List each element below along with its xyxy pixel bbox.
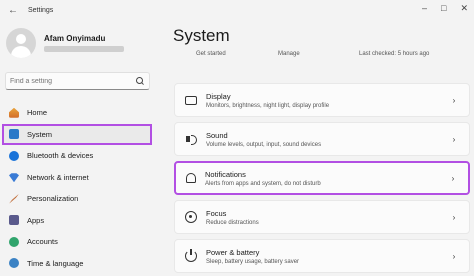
chevron-right-icon: › [452, 251, 456, 261]
focus-icon [185, 211, 197, 223]
accounts-icon [9, 236, 19, 247]
settings-list: Display Monitors, brightness, night ligh… [174, 83, 470, 276]
user-email-redacted [44, 46, 124, 52]
card-focus[interactable]: Focus Reduce distractions › [174, 200, 470, 234]
quick-link-get-started[interactable]: Get started [196, 51, 226, 57]
sound-icon [185, 133, 197, 145]
sidebar-item-label: Bluetooth & devices [27, 151, 94, 161]
sidebar-item-label: Apps [27, 215, 45, 225]
avatar [6, 28, 36, 58]
card-title: Focus [206, 208, 227, 218]
maximize-icon[interactable]: □ [441, 3, 446, 14]
close-icon[interactable]: ✕ [460, 3, 468, 14]
page-title: System [173, 26, 230, 45]
card-power-battery[interactable]: Power & battery Sleep, battery usage, ba… [174, 239, 470, 273]
card-subtitle: Reduce distractions [206, 219, 259, 226]
home-icon [9, 107, 19, 118]
window-controls: – □ ✕ [422, 3, 468, 14]
card-notifications[interactable]: Notifications Alerts from apps and syste… [174, 161, 470, 195]
apps-icon [9, 215, 19, 226]
card-display[interactable]: Display Monitors, brightness, night ligh… [174, 83, 470, 117]
search-input[interactable] [10, 77, 135, 85]
card-title: Sound [206, 130, 228, 140]
chevron-right-icon: › [451, 173, 455, 183]
sidebar-item-personalization[interactable]: Personalization [0, 188, 160, 210]
quick-link-last-checked: Last checked: 5 hours ago [359, 51, 430, 57]
quick-link-manage[interactable]: Manage [278, 51, 300, 57]
title-bar: ← Settings – □ ✕ [0, 0, 474, 20]
network-icon [9, 173, 19, 183]
sidebar-item-label: Accounts [27, 237, 58, 247]
card-subtitle: Monitors, brightness, night light, displ… [206, 102, 330, 109]
app-title: Settings [28, 6, 54, 14]
chevron-right-icon: › [452, 95, 456, 105]
sidebar-item-label: Home [27, 108, 48, 118]
sidebar-item-label: System [27, 129, 53, 139]
sidebar-item-system[interactable]: System [2, 123, 152, 145]
sidebar-item-label: Time & language [27, 258, 84, 268]
card-title: Power & battery [206, 247, 260, 257]
display-icon [185, 95, 197, 105]
card-subtitle: Volume levels, output, input, sound devi… [206, 141, 322, 148]
sidebar-item-apps[interactable]: Apps [0, 210, 160, 232]
search-icon[interactable] [135, 76, 145, 86]
main-content: System Get started Manage Last checked: … [160, 20, 474, 276]
user-name: Afam Onyimadu [44, 34, 106, 43]
sidebar-item-bluetooth[interactable]: Bluetooth & devices [0, 145, 160, 167]
time-icon [9, 258, 19, 269]
sidebar-item-time-language[interactable]: Time & language [0, 253, 160, 275]
sidebar-item-label: Network & internet [27, 172, 89, 182]
chevron-right-icon: › [452, 212, 456, 222]
personalization-icon [9, 193, 19, 204]
search-box[interactable] [5, 72, 150, 90]
card-title: Display [206, 91, 231, 101]
user-profile[interactable]: Afam Onyimadu [6, 28, 124, 58]
bluetooth-icon [9, 150, 19, 161]
sidebar: Afam Onyimadu Home System Bluetooth & de… [0, 20, 160, 276]
chevron-right-icon: › [452, 134, 456, 144]
card-subtitle: Alerts from apps and system, do not dist… [205, 180, 321, 187]
card-subtitle: Sleep, battery usage, battery saver [206, 258, 300, 265]
bell-icon [186, 173, 196, 183]
sidebar-item-label: Personalization [27, 194, 79, 204]
back-arrow-icon[interactable]: ← [4, 5, 22, 16]
card-sound[interactable]: Sound Volume levels, output, input, soun… [174, 122, 470, 156]
system-icon [9, 129, 19, 140]
sidebar-item-accounts[interactable]: Accounts [0, 231, 160, 253]
sidebar-item-home[interactable]: Home [0, 102, 160, 124]
minimize-icon[interactable]: – [422, 3, 427, 14]
sidebar-nav: Home System Bluetooth & devices Network … [0, 102, 160, 274]
card-title: Notifications [205, 169, 246, 179]
sidebar-item-network[interactable]: Network & internet [0, 167, 160, 189]
power-icon [185, 249, 197, 262]
